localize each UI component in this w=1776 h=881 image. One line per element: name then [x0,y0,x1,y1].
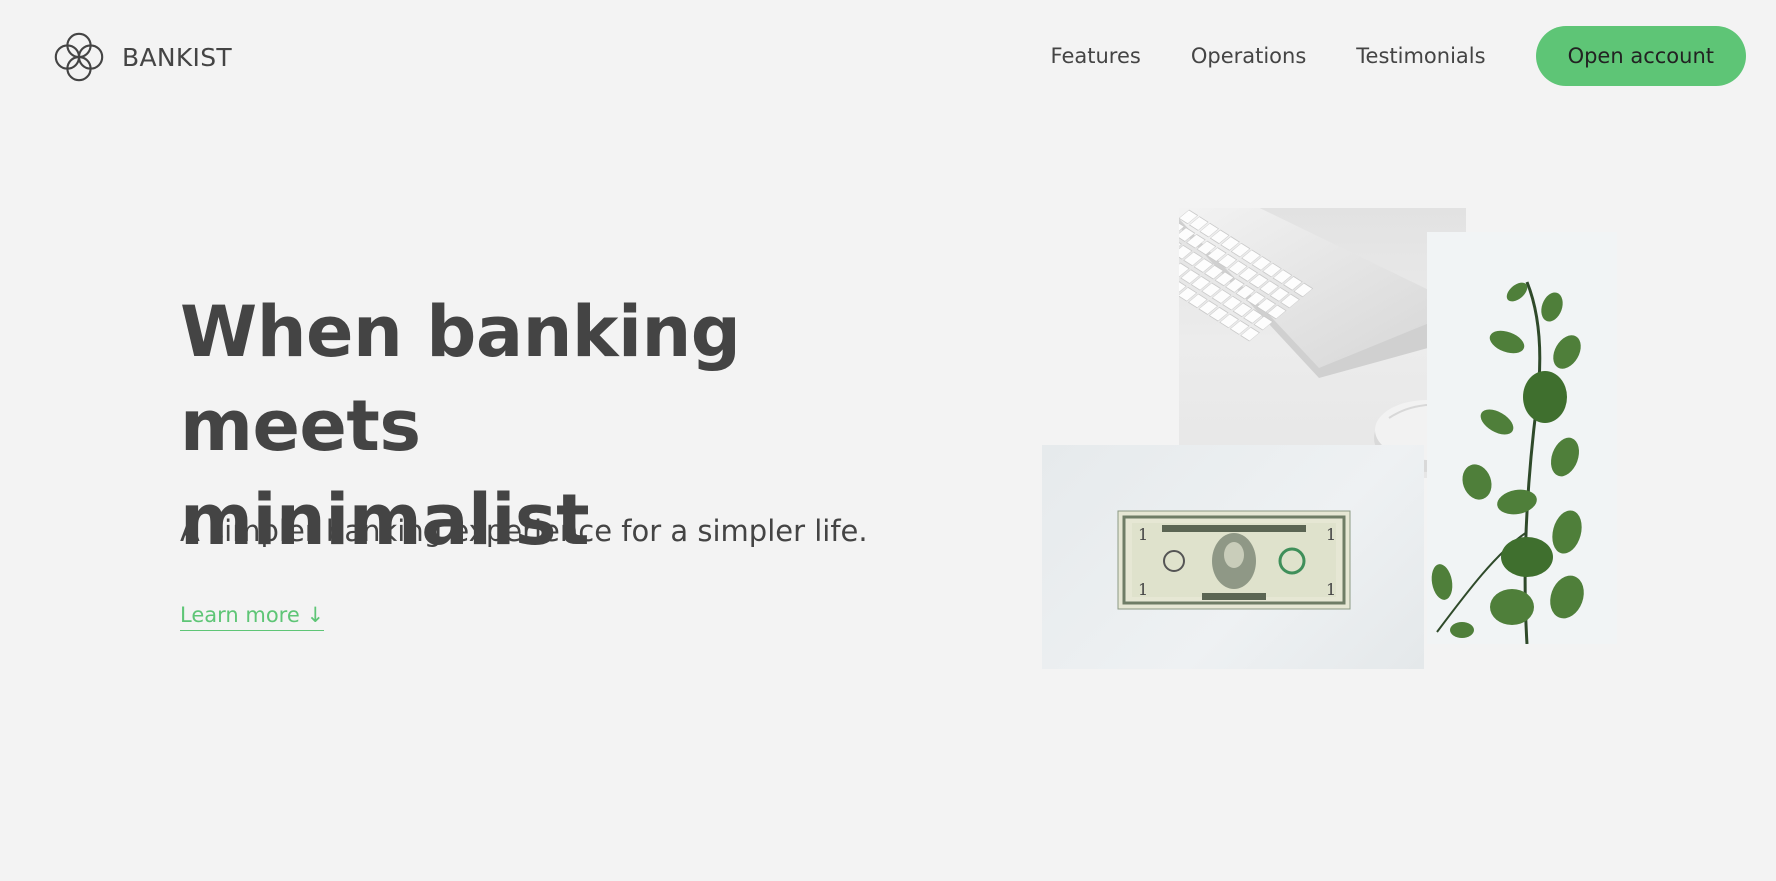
learn-more-link[interactable]: Learn more ↓ [180,603,325,631]
svg-text:1: 1 [1138,580,1148,599]
svg-text:1: 1 [1326,580,1336,599]
nav-link-testimonials[interactable]: Testimonials [1356,44,1485,68]
nav-link-features[interactable]: Features [1051,44,1141,68]
nav-link-operations[interactable]: Operations [1191,44,1306,68]
one-dollar-bill-photo: 1 1 1 1 [1042,445,1424,669]
keyboard-mouse-photo [1179,208,1466,478]
brand-logo[interactable]: BANKIST [50,28,232,86]
eucalyptus-plant-photo [1427,232,1617,644]
hero-title-word-when: When [180,291,403,373]
svg-text:1: 1 [1138,525,1148,544]
four-circle-knot-icon [54,32,104,82]
open-account-button[interactable]: Open account [1535,26,1746,86]
top-navigation: BANKIST Features Operations Testimonials… [0,0,1776,112]
nav-links: Features Operations Testimonials Open ac… [1051,26,1746,86]
highlight-minimalist: minimalist [149,473,622,575]
hero-title-word-meets: meets [180,385,421,467]
brand-name: BANKIST [122,42,232,72]
svg-text:1: 1 [1326,525,1336,544]
highlight-banking: banking [395,285,773,387]
